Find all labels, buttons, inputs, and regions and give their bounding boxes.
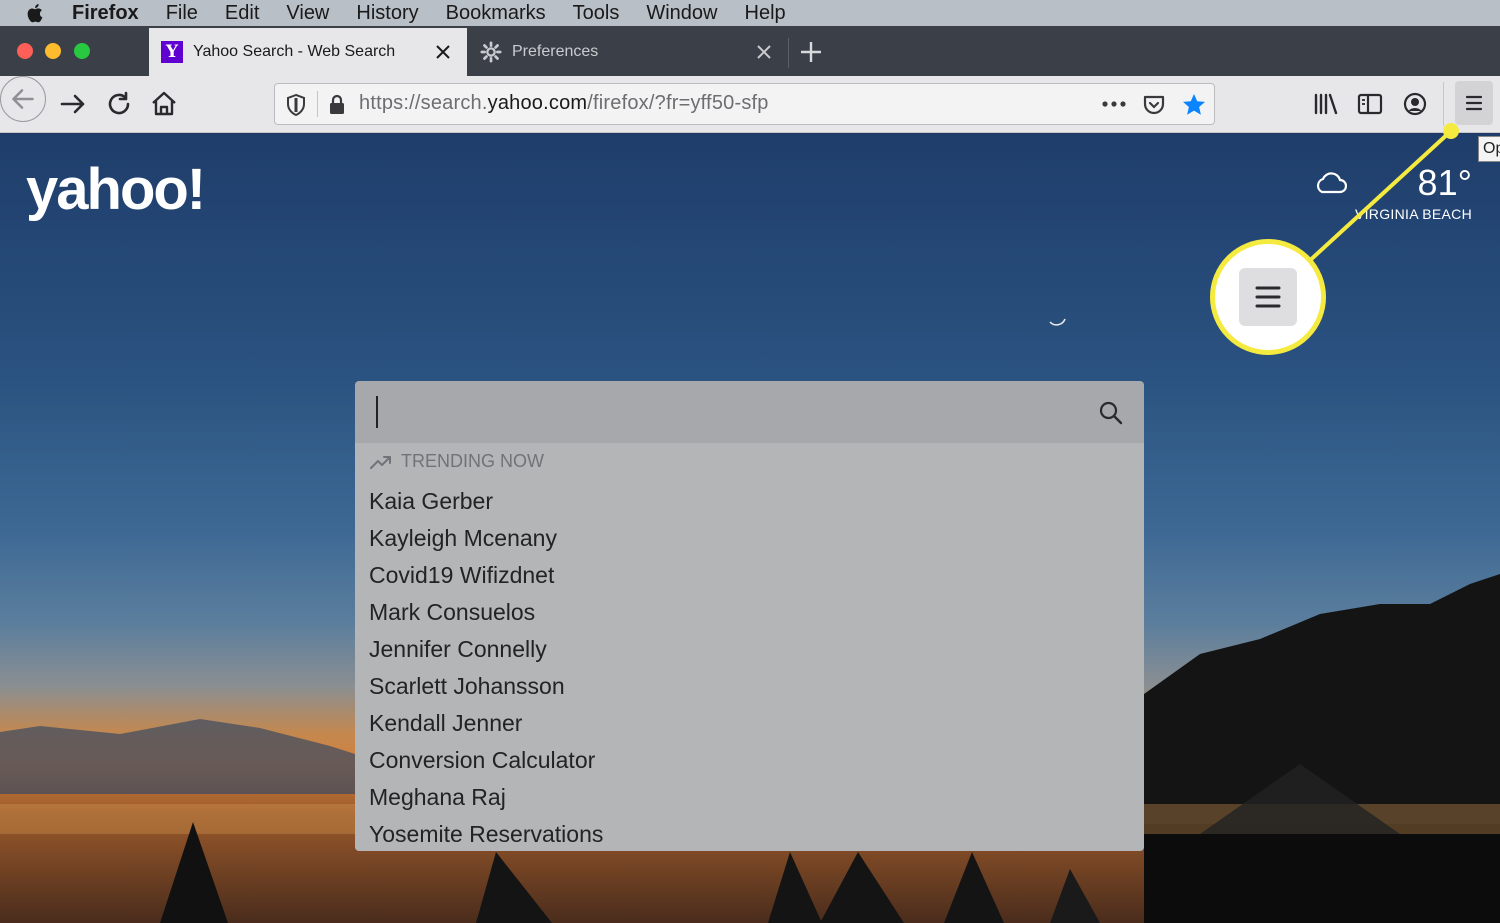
trending-now-header: TRENDING NOW — [369, 451, 544, 472]
tab-strip: Y Yahoo Search - Web Search Preferences — [0, 26, 1500, 76]
pocket-icon[interactable] — [1142, 93, 1166, 117]
trending-item[interactable]: Kaia Gerber — [369, 483, 603, 520]
menu-bookmarks[interactable]: Bookmarks — [446, 0, 546, 26]
trending-item[interactable]: Yosemite Reservations — [369, 816, 603, 853]
weather-widget[interactable]: 81° VIRGINIA BEACH — [1316, 162, 1472, 222]
window-close-button[interactable] — [17, 43, 33, 59]
menu-history[interactable]: History — [356, 0, 418, 26]
tab-separator — [788, 38, 789, 68]
reload-icon[interactable] — [101, 86, 137, 122]
trending-item[interactable]: Kayleigh Mcenany — [369, 520, 603, 557]
callout-magnifier — [1210, 239, 1326, 355]
trending-item[interactable]: Jennifer Connelly — [369, 631, 603, 668]
close-tab-icon[interactable] — [433, 42, 453, 62]
trending-item[interactable]: Scarlett Johansson — [369, 668, 603, 705]
urlbar-divider — [317, 91, 318, 117]
menu-app-firefox[interactable]: Firefox — [72, 0, 139, 26]
search-suggestions-dropdown: TRENDING NOW Kaia Gerber Kayleigh Mcenan… — [355, 443, 1144, 851]
trending-item[interactable]: Meghana Raj — [369, 779, 603, 816]
trending-label-text: TRENDING NOW — [401, 451, 544, 471]
trending-item[interactable]: Covid19 Wifizdnet — [369, 557, 603, 594]
tab-yahoo-search[interactable]: Y Yahoo Search - Web Search — [149, 28, 467, 76]
search-box[interactable] — [355, 381, 1144, 443]
macos-menubar: Firefox File Edit View History Bookmarks… — [0, 0, 1500, 26]
trending-arrow-icon — [370, 455, 391, 469]
tracking-protection-shield-icon[interactable] — [285, 93, 307, 117]
new-tab-plus-icon[interactable] — [798, 39, 824, 65]
trending-list: Kaia Gerber Kayleigh Mcenany Covid19 Wif… — [369, 483, 603, 853]
callout-menu-button — [1239, 268, 1297, 326]
home-icon[interactable] — [146, 86, 182, 122]
menu-edit[interactable]: Edit — [225, 0, 259, 26]
trending-item[interactable]: Kendall Jenner — [369, 705, 603, 742]
apple-logo-icon[interactable] — [22, 2, 50, 24]
hamburger-menu-icon — [1465, 95, 1483, 111]
back-arrow-icon[interactable] — [0, 76, 46, 122]
weather-temperature: 81° — [1417, 162, 1472, 203]
menu-help[interactable]: Help — [745, 0, 786, 26]
url-bar[interactable]: https://search.yahoo.com/firefox/?fr=yff… — [274, 83, 1215, 125]
lock-icon[interactable] — [327, 93, 347, 117]
gear-icon — [480, 41, 502, 63]
toolbar-divider — [1443, 82, 1444, 126]
library-icon[interactable] — [1308, 86, 1344, 122]
menu-file[interactable]: File — [166, 0, 198, 26]
search-icon[interactable] — [1098, 400, 1124, 426]
account-icon[interactable] — [1397, 86, 1433, 122]
navigation-toolbar: https://search.yahoo.com/firefox/?fr=yff… — [0, 76, 1500, 133]
menu-tooltip: Op — [1478, 136, 1500, 162]
trending-item[interactable]: Conversion Calculator — [369, 742, 603, 779]
menu-window[interactable]: Window — [646, 0, 717, 26]
sidebar-toggle-icon[interactable] — [1352, 86, 1388, 122]
tab-title: Yahoo Search - Web Search — [193, 43, 396, 60]
cloud-icon — [1316, 172, 1347, 194]
yahoo-logo[interactable]: yahoo! — [26, 156, 206, 223]
menu-tools[interactable]: Tools — [573, 0, 620, 26]
forward-arrow-icon[interactable] — [55, 86, 91, 122]
weather-city: VIRGINIA BEACH — [1354, 206, 1472, 222]
page-actions-ellipsis-icon[interactable] — [1101, 98, 1127, 110]
text-caret — [376, 396, 378, 428]
trending-item[interactable]: Mark Consuelos — [369, 594, 603, 631]
close-tab-icon[interactable] — [754, 42, 774, 62]
window-minimize-button[interactable] — [45, 43, 61, 59]
menu-view[interactable]: View — [286, 0, 329, 26]
yahoo-favicon-icon: Y — [161, 41, 183, 63]
url-text[interactable]: https://search.yahoo.com/firefox/?fr=yff… — [359, 92, 769, 115]
tab-preferences[interactable]: Preferences — [468, 28, 788, 76]
hamburger-menu-icon — [1255, 286, 1281, 308]
window-zoom-button[interactable] — [74, 43, 90, 59]
bookmark-star-icon[interactable] — [1181, 92, 1207, 118]
open-menu-button[interactable] — [1455, 81, 1493, 125]
tab-title: Preferences — [512, 43, 599, 60]
